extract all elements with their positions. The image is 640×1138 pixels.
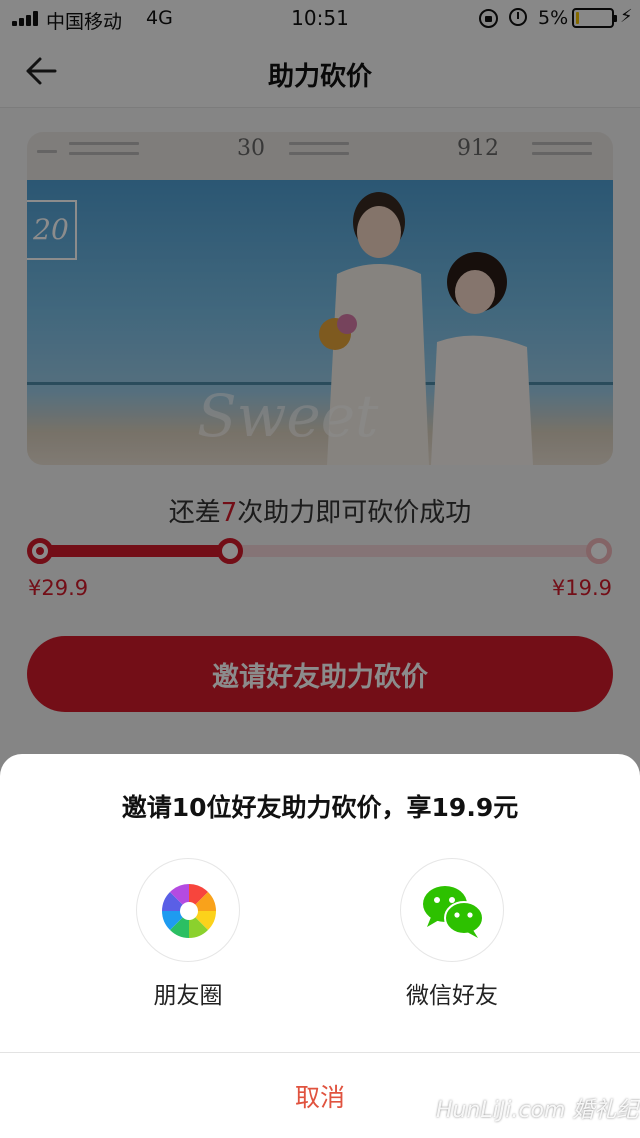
wechat-icon xyxy=(423,886,484,938)
moments-aperture-icon xyxy=(162,884,216,938)
share-wechat-label: 微信好友 xyxy=(406,983,498,1009)
share-sheet: 邀请10位好友助力砍价，享19.9元 朋友圈 微信好友 取消 xyxy=(0,754,640,1138)
share-wechat-circle[interactable] xyxy=(400,858,504,962)
share-moments-option[interactable]: 朋友圈 xyxy=(98,858,278,1018)
share-sheet-title: 邀请10位好友助力砍价，享19.9元 xyxy=(121,793,519,822)
share-moments-circle[interactable] xyxy=(136,858,240,962)
watermark: HunLiJi.com 婚礼纪 xyxy=(436,1098,639,1123)
share-wechat-friend-option[interactable]: 微信好友 xyxy=(362,858,542,1018)
share-moments-label: 朋友圈 xyxy=(153,983,223,1009)
